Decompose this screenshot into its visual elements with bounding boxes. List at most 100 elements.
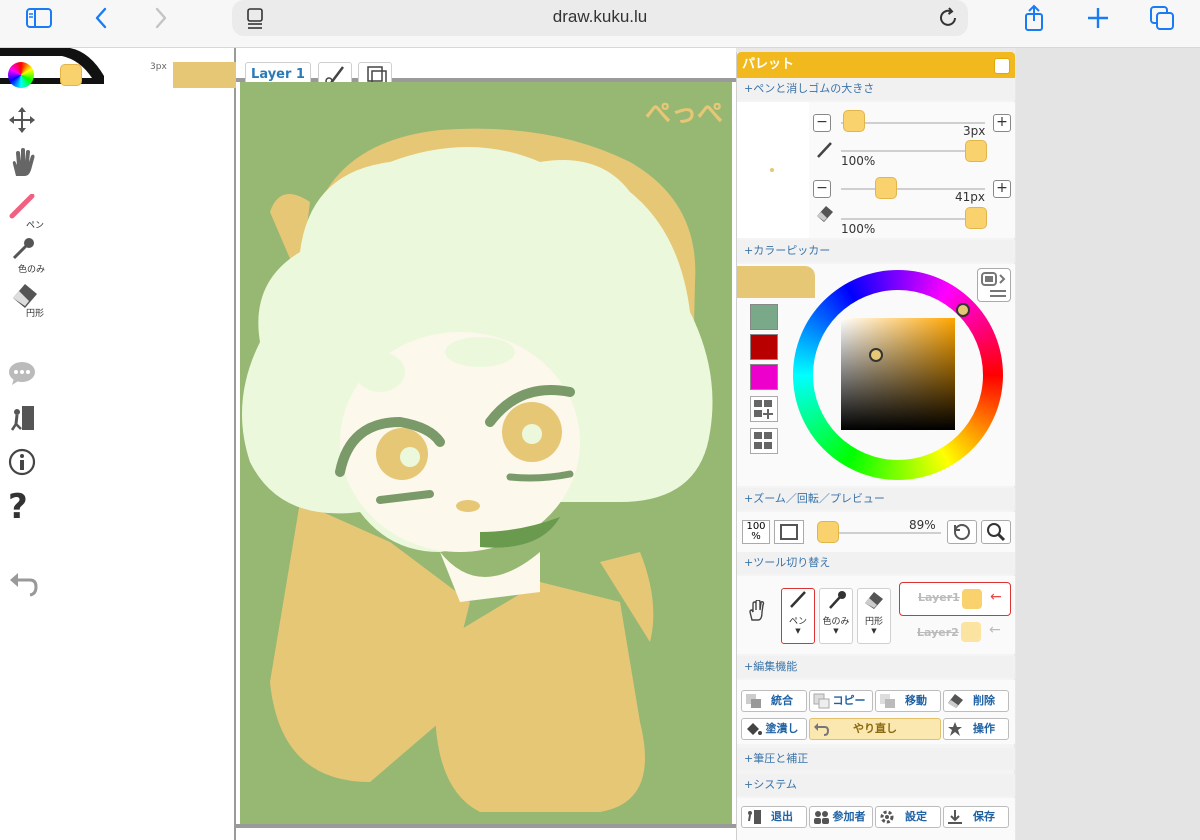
pen-size-knob[interactable] (843, 110, 865, 132)
layer2-toggle[interactable]: Layer2 ← (899, 618, 1011, 648)
back-icon[interactable] (88, 4, 116, 32)
fill-button[interactable]: 塗潰し (741, 718, 807, 740)
eraser-size-plus-button[interactable]: + (993, 180, 1011, 198)
browser-toolbar: draw.kuku.lu (0, 0, 1200, 48)
current-color-tab[interactable] (737, 266, 815, 298)
pen-opacity-knob[interactable] (965, 140, 987, 162)
pen-opacity-slider[interactable] (841, 150, 985, 152)
redo-icon (813, 721, 830, 737)
tool-shape-card[interactable]: 円形 ▼ (857, 588, 891, 644)
exit-button[interactable]: 退出 (741, 806, 807, 828)
new-tab-icon[interactable] (1084, 4, 1112, 32)
participants-icon (813, 809, 830, 825)
preview-search-button[interactable] (981, 520, 1011, 544)
settings-button[interactable]: 設定 (875, 806, 941, 828)
operation-button[interactable]: 操作 (943, 718, 1009, 740)
color-preview-bar (173, 62, 236, 88)
sidebar-toggle-icon[interactable] (25, 4, 53, 32)
gear-icon (879, 809, 896, 825)
layer1-label: Layer1 (918, 591, 960, 604)
section-pen-size[interactable]: +ペンと消しゴムの大きさ (737, 78, 1015, 100)
fit-screen-button[interactable] (774, 520, 804, 544)
color-wheel[interactable] (793, 270, 1003, 480)
drawing-canvas[interactable]: ぺっぺ (240, 82, 732, 824)
color-mode-icon[interactable] (977, 268, 1011, 302)
artwork: ぺっぺ (242, 99, 723, 812)
section-tool-switch[interactable]: +ツール切り替え (737, 552, 1015, 574)
hue-handle[interactable] (956, 303, 970, 317)
move-icon[interactable] (8, 106, 36, 138)
add-swatch-icon[interactable] (750, 396, 778, 422)
eraser-opacity-value: 100% (841, 222, 876, 236)
shape-label: 円形 (26, 309, 45, 319)
participants-button[interactable]: 参加者 (809, 806, 873, 828)
hand-icon[interactable] (9, 148, 37, 182)
zoom-knob[interactable] (817, 521, 839, 543)
rotate-reset-button[interactable] (947, 520, 977, 544)
palette-toggle-checkbox[interactable] (994, 58, 1010, 74)
pen-size-plus-button[interactable]: + (993, 114, 1011, 132)
pen-size-indicator: 3px (150, 62, 167, 72)
download-icon (947, 809, 964, 825)
pen-size-value: 3px (963, 124, 986, 138)
help-icon[interactable]: ? (8, 490, 28, 524)
section-pressure[interactable]: +筆圧と補正 (737, 748, 1015, 770)
eraser-opacity-knob[interactable] (965, 207, 987, 229)
redo-button[interactable]: やり直し (809, 718, 941, 740)
left-workspace: 3px ペン 色のみ 円形 ? (0, 48, 236, 840)
eyedropper-label: 色のみ (18, 265, 46, 275)
eraser-opacity-slider[interactable] (841, 218, 985, 220)
swatch-red[interactable] (750, 334, 778, 360)
info-icon[interactable] (8, 448, 36, 480)
canvas-bottom-border (236, 824, 736, 828)
copy-button[interactable]: コピー (809, 690, 873, 712)
saturation-handle[interactable] (869, 348, 883, 362)
copy-icon (813, 693, 830, 709)
delete-button[interactable]: 削除 (943, 690, 1009, 712)
url-text: draw.kuku.lu (552, 7, 648, 26)
saturation-square[interactable] (841, 318, 955, 430)
section-color-picker[interactable]: +カラーピッカー (737, 240, 1015, 262)
merge-button[interactable]: 統合 (741, 690, 807, 712)
swatch-manage-icon[interactable] (750, 428, 778, 454)
eraser-size-minus-button[interactable]: − (813, 180, 831, 198)
layer1-toggle[interactable]: Layer1 ← (899, 582, 1011, 616)
chat-icon[interactable] (8, 360, 36, 390)
move-button[interactable]: 移動 (875, 690, 941, 712)
move-layer-icon (879, 693, 896, 709)
section-system[interactable]: +システム (737, 774, 1015, 796)
share-icon[interactable] (1020, 4, 1048, 32)
address-bar[interactable]: draw.kuku.lu (232, 0, 968, 36)
eraser-size-knob[interactable] (875, 177, 897, 199)
right-margin (1016, 48, 1200, 840)
tool-eyedropper-card[interactable]: 色のみ ▼ (819, 588, 853, 644)
forward-icon[interactable] (146, 4, 174, 32)
palette-panel: パレット +ペンと消しゴムの大きさ − + 3px 100% − + 41px … (736, 52, 1015, 840)
zoom-100-button[interactable]: 100 % (742, 520, 770, 544)
tabs-overview-icon[interactable] (1148, 4, 1176, 32)
tool-pen-card[interactable]: ペン ▼ (781, 588, 815, 644)
color-wheel-icon[interactable] (8, 62, 34, 88)
zoom-value: 89% (909, 518, 936, 532)
merge-icon (745, 693, 762, 709)
pen-size-minus-button[interactable]: − (813, 114, 831, 132)
layer2-arrow-icon: ← (989, 622, 1001, 638)
layer1-color (962, 589, 982, 609)
undo-icon[interactable] (8, 570, 38, 602)
save-button[interactable]: 保存 (943, 806, 1009, 828)
section-edit[interactable]: +編集機能 (737, 656, 1015, 678)
section-zoom[interactable]: +ズーム／回転／プレビュー (737, 488, 1015, 510)
swatch-magenta[interactable] (750, 364, 778, 390)
current-color-swatch[interactable] (60, 64, 82, 86)
delete-icon (947, 693, 964, 709)
exit-door-icon[interactable] (10, 404, 36, 436)
pen-opacity-value: 100% (841, 154, 876, 168)
fill-bucket-icon (745, 721, 762, 737)
reload-icon[interactable] (934, 4, 962, 32)
tool-pen-caret: ▼ (795, 627, 801, 635)
hand-tool-icon[interactable] (747, 599, 769, 626)
palette-title: パレット (737, 52, 1015, 78)
tool-eyedropper-label: 色のみ (822, 617, 850, 627)
brush-preview (737, 102, 809, 238)
swatch-green[interactable] (750, 304, 778, 330)
